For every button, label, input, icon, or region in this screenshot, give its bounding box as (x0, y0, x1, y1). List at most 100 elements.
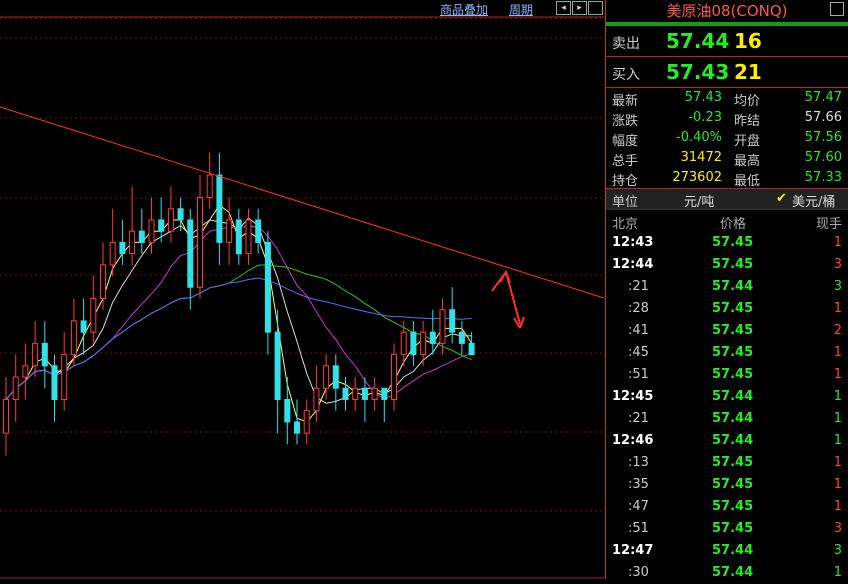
sell-volume: 16 (734, 29, 762, 53)
tick-volume: 1 (833, 389, 842, 404)
candle-body (138, 230, 145, 243)
candle-body (158, 219, 165, 232)
tick-volume: 1 (833, 345, 842, 360)
stat-key: 开盘 (734, 134, 761, 149)
tick-row: :41 57.45 2 (606, 320, 848, 342)
tick-time: :47 (628, 499, 649, 514)
tick-price: 57.45 (712, 367, 754, 382)
tick-price: 57.45 (712, 257, 754, 272)
unit-label: 单位 (612, 195, 639, 210)
stat-value: 31472 (680, 150, 722, 165)
stat-value: -0.40% (676, 130, 722, 145)
tick-time: 12:47 (612, 543, 654, 558)
candle-body (294, 421, 300, 434)
tick-row: :51 57.45 3 (606, 518, 848, 540)
tick-time: 12:43 (612, 235, 654, 250)
candle-body (100, 264, 106, 299)
nav-left-icon[interactable]: ◂ (556, 1, 571, 15)
tick-list[interactable]: 12:43 57.45 1 12:44 57.45 3 :21 57.44 3 :28 57.45 1… (606, 232, 848, 584)
candle-body (323, 365, 330, 389)
tick-price: 57.45 (712, 301, 754, 316)
tick-volume: 1 (833, 367, 842, 382)
sell-label: 卖出 (612, 36, 640, 52)
stat-key: 涨跌 (612, 114, 639, 129)
stat-value: 273602 (672, 170, 722, 185)
square-icon[interactable] (830, 2, 844, 16)
candle-body (313, 387, 320, 412)
candle-body (206, 174, 213, 199)
candle-body (80, 320, 87, 333)
tick-row: :35 57.45 1 (606, 474, 848, 496)
candle-body (352, 387, 359, 400)
stat-key: 均价 (734, 94, 761, 109)
stats-row: 最新 57.43 均价 57.47 (606, 88, 848, 109)
tick-volume: 3 (833, 257, 842, 272)
candle-body (22, 365, 29, 378)
tick-time: 12:45 (612, 389, 654, 404)
stat-value: 57.66 (804, 110, 842, 125)
tick-price: 57.45 (712, 323, 754, 338)
candle-body (61, 354, 68, 400)
tick-price: 57.45 (712, 521, 754, 536)
tick-volume: 1 (833, 455, 842, 470)
candle-body (119, 241, 126, 255)
tick-row: 12:45 57.44 1 (606, 386, 848, 408)
stat-key: 最新 (612, 94, 639, 109)
tick-time: :51 (628, 367, 649, 382)
candle-body (429, 331, 436, 344)
stat-key: 总手 (612, 154, 639, 169)
tick-volume: 1 (833, 499, 842, 514)
instrument-title: 美原油08(CONQ) (666, 2, 788, 20)
candle-body (235, 219, 242, 255)
stat-value: 57.33 (804, 170, 842, 185)
candle-body (109, 241, 116, 266)
annotation-arrow (491, 269, 521, 325)
trend-line (0, 106, 604, 299)
tick-time: 12:44 (612, 257, 654, 272)
kline-chart-svg[interactable] (0, 0, 604, 579)
candle-body (197, 197, 203, 288)
tick-time: :35 (628, 477, 649, 492)
stat-value: 57.56 (804, 130, 842, 145)
stats-row: 幅度 -0.40% 开盘 57.56 (606, 128, 848, 149)
candle-body (216, 174, 223, 243)
candle-body (361, 387, 368, 400)
candle-body (187, 219, 194, 288)
unit-usd-option[interactable]: 美元/桶 (792, 191, 835, 210)
tick-row: :47 57.45 1 (606, 496, 848, 518)
candle-body (391, 354, 397, 400)
check-icon: ✔ (776, 191, 787, 206)
tick-time: :45 (628, 345, 649, 360)
candle-body (332, 365, 339, 389)
candle-body (371, 387, 378, 400)
tick-price: 57.45 (712, 499, 754, 514)
kline-chart[interactable]: 商品叠加 周期 ◂ ▸ (0, 0, 604, 579)
buy-label: 买入 (612, 67, 640, 83)
unit-row: 单位 元/吨 ✔ 美元/桶 (606, 189, 848, 210)
tick-volume: 1 (833, 565, 842, 580)
stat-key: 幅度 (612, 134, 639, 149)
chart-toolbar: 商品叠加 周期 ◂ ▸ (0, 0, 604, 17)
tick-time: :13 (628, 455, 649, 470)
tick-header-volume: 现手 (815, 217, 842, 232)
tick-row: :30 57.44 1 (606, 562, 848, 584)
tick-row: :28 57.45 1 (606, 298, 848, 320)
candle-body (449, 309, 456, 333)
overlay-link[interactable]: 商品叠加 (440, 1, 488, 18)
tick-volume: 3 (833, 521, 842, 536)
window-icon[interactable] (588, 1, 603, 15)
period-link[interactable]: 周期 (509, 1, 533, 18)
tick-time: :28 (628, 301, 649, 316)
tick-row: 12:46 57.44 1 (606, 430, 848, 452)
tick-header-time: 北京 (612, 217, 639, 232)
tick-time: :30 (628, 565, 649, 580)
tick-time: :21 (628, 279, 649, 294)
candle-body (274, 331, 281, 400)
tick-price: 57.44 (712, 543, 754, 558)
unit-cny-option[interactable]: 元/吨 (684, 191, 714, 210)
tick-time: 12:46 (612, 433, 654, 448)
stat-value: 57.43 (684, 90, 722, 105)
tick-time: :41 (628, 323, 649, 338)
nav-right-icon[interactable]: ▸ (572, 1, 587, 15)
candle-body (284, 398, 291, 423)
